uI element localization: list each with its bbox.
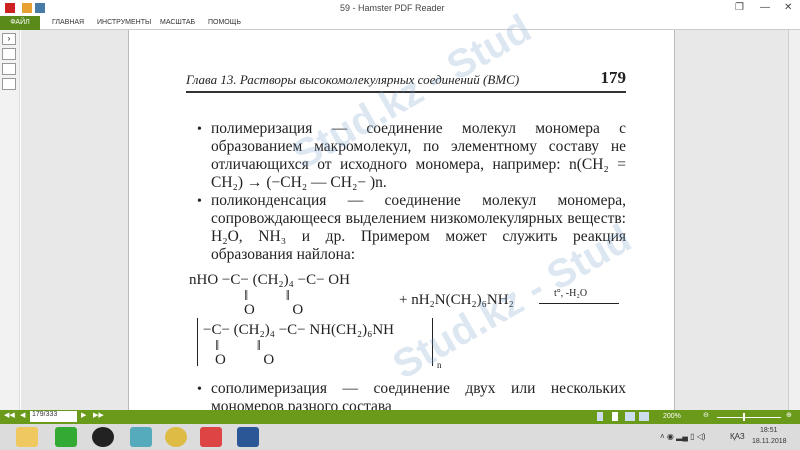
menu-tools[interactable]: ИНСТРУМЕНТЫ [97,19,151,26]
equation-reactant: nHO −C− (CH₂)₄ −C− OH [189,272,350,288]
print-icon[interactable] [35,3,45,13]
title-bar: 59 - Hamster PDF Reader ❐ — ✕ [0,0,800,16]
vertical-scrollbar[interactable] [788,30,800,410]
paragraph-polymerization: полимеризация — соединение молекул моном… [211,120,626,191]
reaction-condition: t°, -H₂O [554,288,588,299]
two-page-icon[interactable] [625,412,635,421]
menu-help[interactable]: ПОМОЩЬ [208,19,241,26]
menu-home[interactable]: ГЛАВНАЯ [52,19,84,26]
open-folder-icon[interactable] [22,3,32,13]
last-page-icon[interactable]: ▶▶ [93,411,104,419]
app-a-icon[interactable] [55,427,77,447]
single-page-icon[interactable] [597,412,603,421]
language-indicator[interactable]: ҚАЗ [730,432,745,441]
first-page-icon[interactable]: ◀◀ [4,411,15,419]
zoom-level: 200% [663,413,681,420]
clock-date[interactable]: 18.11.2018 [752,438,787,445]
window-title: 59 - Hamster PDF Reader [340,3,445,13]
equation-oxygens: O O [244,302,304,318]
zoom-slider[interactable] [717,417,781,418]
tray-icons[interactable]: ˄ ◉ ▂▄ ▯ ◁) [660,432,706,441]
continuous-icon[interactable] [612,412,618,421]
product-oxygens: O O [215,352,275,368]
expand-icon[interactable]: › [2,33,16,45]
two-page-continuous-icon[interactable] [639,412,649,421]
bullet-icon: • [197,194,202,209]
bullet-icon: • [197,122,202,137]
prev-page-icon[interactable]: ◀ [20,411,25,419]
chapter-title: Глава 13. Растворы высокомолекулярных со… [186,72,520,87]
app-icon [5,3,15,13]
equation-amine: + nH₂N(CH₂)₆NH₂ [399,292,514,308]
chrome-icon[interactable] [165,427,187,447]
zoom-slider-thumb[interactable] [743,413,745,421]
close-icon[interactable]: ✕ [784,2,792,13]
thumbnails-icon[interactable] [2,63,16,75]
status-bar: ◀◀ ◀ 179/333 ▶ ▶▶ 200% ⊖ ⊕ [0,410,800,424]
file-explorer-icon[interactable] [16,427,38,447]
taskbar: ˄ ◉ ▂▄ ▯ ◁) ҚАЗ 18:51 18.11.2018 [0,424,800,450]
bullet-icon: • [197,382,202,397]
side-panel-bar: › [0,30,20,410]
reaction-arrow [539,303,619,304]
equation-product: −C− (CH₂)₄ −C− NH(CH₂)₆NH [203,322,395,338]
document-viewer[interactable]: Глава 13. Растворы высокомолекулярных со… [21,6,788,415]
product-subscript: n [437,360,442,370]
page-number: 179 [600,68,627,87]
menu-zoom[interactable]: МАСШТАБ [160,19,195,26]
media-player-icon[interactable] [130,427,152,447]
bookmarks-icon[interactable] [2,48,16,60]
paragraph-polycondensation: поликонденсация — соединение молекул мон… [211,192,626,263]
next-page-icon[interactable]: ▶ [81,411,86,419]
page-header: Глава 13. Растворы высокомолекулярных со… [186,68,626,93]
minimize-icon[interactable]: — [760,2,770,13]
page-input[interactable]: 179/333 [30,411,77,422]
menu-bar: ФАЙЛ ГЛАВНАЯ ИНСТРУМЕНТЫ МАСШТАБ ПОМОЩЬ [0,16,800,30]
attachments-icon[interactable] [2,78,16,90]
word-icon[interactable] [237,427,259,447]
aimp-icon[interactable] [92,427,114,447]
zoom-out-icon[interactable]: ⊖ [703,411,709,419]
pdf-reader-icon[interactable] [200,427,222,447]
restore-icon[interactable]: ❐ [735,2,744,13]
zoom-in-icon[interactable]: ⊕ [786,411,792,419]
pdf-page: Глава 13. Растворы высокомолекулярных со… [128,6,675,415]
menu-file[interactable]: ФАЙЛ [0,16,40,30]
clock-time[interactable]: 18:51 [760,427,778,434]
